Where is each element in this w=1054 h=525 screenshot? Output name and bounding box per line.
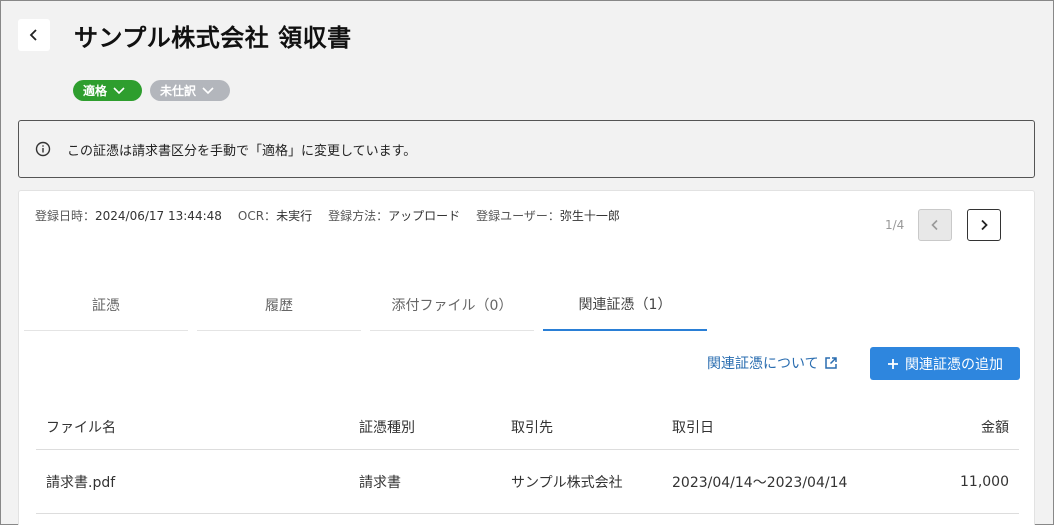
external-link-icon [824, 357, 837, 369]
method-value: アップロード [388, 209, 461, 223]
chevron-down-icon [113, 86, 125, 94]
info-icon [35, 141, 51, 157]
column-voucher-type[interactable]: 証憑種別 [349, 417, 501, 437]
method-label: 登録方法： [328, 209, 389, 223]
notice-banner: この証憑は請求書区分を手動で「適格」に変更しています。 [18, 120, 1035, 178]
ocr-label: OCR： [237, 209, 277, 223]
pager-count: 1/4 [885, 218, 905, 232]
ocr-status: OCR：未実行 [238, 207, 312, 224]
about-related-link-label: 関連証憑について [707, 356, 819, 372]
back-button[interactable] [18, 19, 50, 51]
about-related-link[interactable]: 関連証憑について [707, 353, 838, 373]
registered-at: 登録日時：2024/06/17 13:44:48 [35, 207, 222, 224]
registered-at-label: 登録日時： [35, 209, 96, 223]
column-partner[interactable]: 取引先 [501, 417, 662, 437]
column-transaction-date[interactable]: 取引日 [662, 417, 902, 437]
detail-card: 登録日時：2024/06/17 13:44:48 OCR：未実行 登録方法：アッ… [18, 190, 1035, 525]
table-row[interactable]: 請求書.pdf 請求書 サンプル株式会社 2023/04/14〜2023/04/… [36, 450, 1019, 514]
meta-info: 登録日時：2024/06/17 13:44:48 OCR：未実行 登録方法：アッ… [35, 207, 620, 224]
registration-method: 登録方法：アップロード [328, 207, 460, 224]
column-filename[interactable]: ファイル名 [36, 417, 349, 437]
add-related-voucher-label: 関連証憑の追加 [905, 356, 1003, 373]
tab-history[interactable]: 履歴 [197, 279, 361, 331]
chevron-right-icon [981, 219, 988, 231]
qualification-badge-label: 適格 [83, 84, 108, 98]
related-vouchers-table: ファイル名 証憑種別 取引先 取引日 金額 請求書.pdf 請求書 サンプル株式… [36, 405, 1019, 514]
notice-text: この証憑は請求書区分を手動で「適格」に変更しています。 [67, 143, 417, 159]
registered-user: 登録ユーザー：弥生十一郎 [476, 207, 620, 224]
chevron-left-icon [29, 29, 37, 41]
tab-bar: 証憑 履歴 添付ファイル（0） 関連証憑（1） [24, 279, 707, 331]
cell-voucher-type: 請求書 [359, 474, 401, 491]
chevron-left-icon [931, 219, 938, 231]
column-amount[interactable]: 金額 [902, 417, 1019, 437]
qualification-badge[interactable]: 適格 [73, 80, 142, 101]
cell-amount: 11,000 [960, 473, 1009, 490]
user-value: 弥生十一郎 [559, 209, 620, 223]
prev-page-button[interactable] [918, 209, 952, 241]
cell-transaction-date: 2023/04/14〜2023/04/14 [672, 474, 848, 491]
add-related-voucher-button[interactable]: 関連証憑の追加 [870, 347, 1020, 380]
page-title: サンプル株式会社 領収書 [74, 24, 352, 52]
journal-status-badge[interactable]: 未仕訳 [150, 80, 230, 101]
tab-voucher[interactable]: 証憑 [24, 279, 188, 331]
ocr-value: 未実行 [276, 209, 313, 223]
plus-icon [888, 358, 898, 369]
tab-related-vouchers[interactable]: 関連証憑（1） [543, 279, 707, 331]
registered-at-value: 2024/06/17 13:44:48 [95, 209, 222, 223]
cell-filename: 請求書.pdf [46, 474, 116, 491]
cell-partner: サンプル株式会社 [511, 474, 623, 491]
table-header: ファイル名 証憑種別 取引先 取引日 金額 [36, 405, 1019, 450]
journal-status-badge-label: 未仕訳 [160, 84, 197, 98]
user-label: 登録ユーザー： [476, 209, 560, 223]
chevron-down-icon [202, 86, 214, 94]
tab-attachments[interactable]: 添付ファイル（0） [370, 279, 534, 331]
next-page-button[interactable] [967, 209, 1001, 241]
